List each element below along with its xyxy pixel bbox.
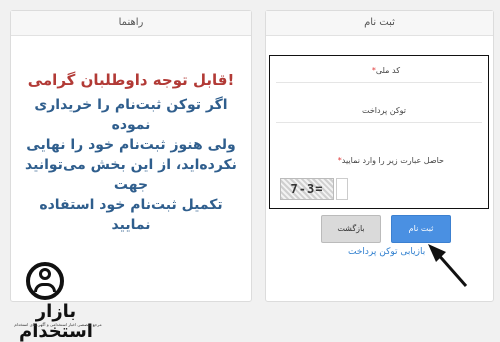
page: راهنما قابل توجه داوطلبان گرامی! اگر توک… — [0, 0, 500, 342]
logo-person-icon — [39, 268, 51, 280]
site-logo: بازار استخدام مرجع تخصصی اخبار استخدامی … — [4, 262, 108, 342]
logo-subtitle: مرجع تخصصی اخبار استخدامی و آگهی های است… — [14, 322, 102, 327]
logo-person-body-icon — [34, 283, 56, 292]
